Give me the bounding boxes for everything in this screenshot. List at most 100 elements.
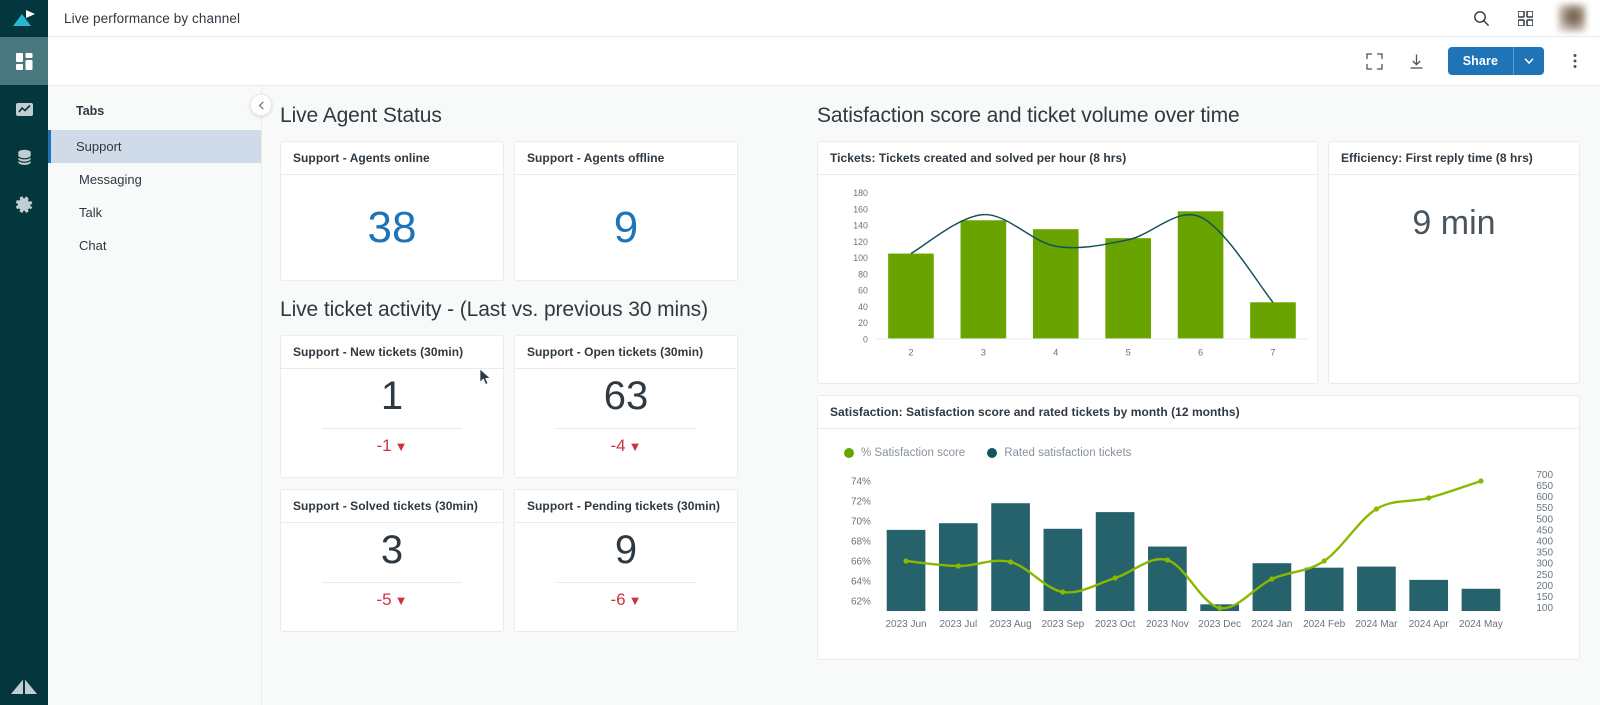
legend-label: % Satisfaction score [861,446,966,459]
kpi-value: 38 [367,202,417,252]
sidebar-item-dashboards[interactable] [0,37,48,85]
kpi-value: 9 [613,202,639,252]
divider [322,582,462,583]
delta-value: -6 [610,590,626,609]
sidebar-item-talk[interactable]: Talk [48,196,261,229]
tab-label: Talk [79,205,103,220]
kpi-value: 9 min [1412,204,1496,242]
svg-text:600: 600 [1536,492,1553,503]
status-badge: -1 ▼ [377,436,408,456]
chart-body: % Satisfaction score Rated satisfaction … [818,429,1579,659]
svg-text:2024 Jan: 2024 Jan [1251,619,1292,630]
panel-title: Efficiency: First reply time (8 hrs) [1329,142,1579,175]
datasets-database-icon [15,148,34,167]
kpi-card-agents-online[interactable]: Support - Agents online 38 [280,141,504,281]
svg-text:40: 40 [858,302,868,312]
kpi-card-new-tickets[interactable]: Support - New tickets (30min) 1 -1 ▼ [280,335,504,478]
search-icon[interactable] [1470,7,1492,29]
chevron-down-icon [1523,55,1535,67]
kpi-delta-wrap: -5 ▼ [281,575,503,631]
delta-value: -1 [376,436,392,455]
svg-text:500: 500 [1536,514,1553,525]
zendesk-logo [0,673,48,695]
main-body: Live performance by channel Share Tabs S… [48,0,1600,705]
tab-label: Messaging [79,172,142,187]
svg-text:2024 May: 2024 May [1459,619,1503,630]
share-button[interactable]: Share [1447,47,1514,75]
svg-text:300: 300 [1536,558,1553,569]
svg-text:2023 Jun: 2023 Jun [886,619,927,630]
sidebar-item-datasets[interactable] [0,133,48,181]
svg-text:70%: 70% [851,516,871,527]
svg-text:250: 250 [1536,569,1553,580]
delta-value: -4 [610,436,626,455]
share-button-group: Share [1447,47,1544,75]
svg-text:180: 180 [853,188,868,198]
dashboard: Live Agent Status Support - Agents onlin… [262,86,1600,705]
section-title-satisfaction: Satisfaction score and ticket volume ove… [817,104,1240,127]
satisfaction-chart: 62%64%66%68%70%72%74%1001502002503003504… [851,469,1554,630]
collapse-tabs-button[interactable] [250,94,272,116]
dashboard-left-column: Live Agent Status Support - Agents onlin… [262,86,780,705]
explore-logo [0,0,48,37]
tickets-per-hour-chart: 0 20 40 60 80 100 120 140 160 180 2 3 4 5 6 7 [853,188,1310,358]
svg-text:6: 6 [1198,348,1203,358]
chart-panel-satisfaction[interactable]: Satisfaction: Satisfaction score and rat… [817,395,1580,660]
kebab-menu-icon[interactable] [1564,50,1586,72]
status-badge: -6 ▼ [611,590,642,610]
kpi-card-solved-tickets[interactable]: Support - Solved tickets (30min) 3 -5 ▼ [280,489,504,632]
share-dropdown-button[interactable] [1514,47,1544,75]
kpi-value: 1 [380,374,404,418]
tabs-panel: Tabs Support Messaging Talk Chat [48,86,272,705]
legend-item-satisfaction-score[interactable]: % Satisfaction score [844,447,965,459]
delta-value: -5 [376,590,392,609]
svg-text:72%: 72% [851,496,871,507]
top-bar-actions [1470,4,1586,32]
legend-item-rated-tickets[interactable]: Rated satisfaction tickets [987,447,1131,459]
svg-text:20: 20 [858,318,868,328]
avatar[interactable] [1558,4,1586,32]
svg-text:66%: 66% [851,556,871,567]
sidebar-item-messaging[interactable]: Messaging [48,163,261,196]
ticket-activity-row-2: Support - Solved tickets (30min) 3 -5 ▼ [280,489,780,632]
svg-text:150: 150 [1536,592,1553,603]
sidebar-item-reports[interactable] [0,85,48,133]
card-title: Support - Open tickets (30min) [515,336,737,369]
svg-text:2: 2 [908,348,913,358]
app-root: Live performance by channel Share Tabs S… [0,0,1600,705]
reports-chart-icon [15,100,34,119]
kpi-body: 9 min [1329,175,1579,383]
chevron-left-icon [257,101,266,110]
svg-text:2024 Apr: 2024 Apr [1409,619,1450,630]
kpi-card-pending-tickets[interactable]: Support - Pending tickets (30min) 9 -6 ▼ [514,489,738,632]
content-area: Tabs Support Messaging Talk Chat Live Ag… [48,86,1600,705]
kpi-card-open-tickets[interactable]: Support - Open tickets (30min) 63 -4 ▼ [514,335,738,478]
kpi-panel-first-reply-time[interactable]: Efficiency: First reply time (8 hrs) 9 m… [1328,141,1580,384]
svg-text:80: 80 [858,269,868,279]
kpi-card-agents-offline[interactable]: Support - Agents offline 9 [514,141,738,281]
card-title: Support - Solved tickets (30min) [281,490,503,523]
legend-label: Rated satisfaction tickets [1004,446,1132,459]
top-bar: Live performance by channel [48,0,1600,37]
svg-text:3: 3 [981,348,986,358]
dashboard-toolbar: Share [48,37,1600,86]
svg-text:2023 Dec: 2023 Dec [1198,619,1241,630]
fullscreen-icon[interactable] [1364,50,1386,72]
svg-text:200: 200 [1536,581,1553,592]
download-icon[interactable] [1406,50,1428,72]
svg-text:2023 Sep: 2023 Sep [1041,619,1084,630]
svg-text:400: 400 [1536,536,1553,547]
ticket-activity-row-1: Support - New tickets (30min) 1 -1 ▼ Sup… [280,335,780,478]
svg-text:140: 140 [853,221,868,231]
tab-label: Chat [79,238,107,253]
chart-panel-tickets-per-hour[interactable]: Tickets: Tickets created and solved per … [817,141,1318,384]
sidebar-item-chat[interactable]: Chat [48,229,261,262]
sidebar-item-support[interactable]: Support [48,130,261,163]
sidebar-item-settings[interactable] [0,181,48,229]
svg-text:700: 700 [1536,469,1553,480]
svg-text:350: 350 [1536,547,1553,558]
trend-down-icon: ▼ [628,438,642,454]
status-badge: -5 ▼ [377,590,408,610]
apps-grid-icon[interactable] [1514,7,1536,29]
svg-text:60: 60 [858,286,868,296]
